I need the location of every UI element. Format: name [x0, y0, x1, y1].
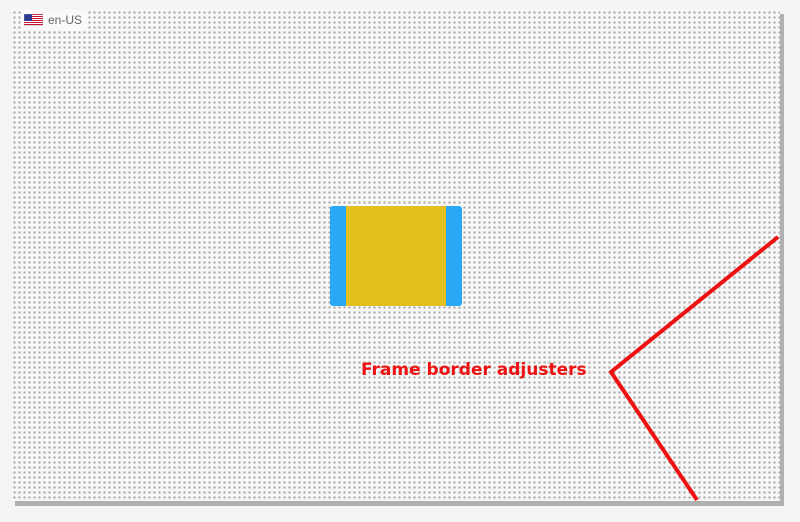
annotation-label: Frame border adjusters [361, 360, 587, 380]
page: en-US Frame border adjusters [0, 0, 800, 522]
annotation-pointer [608, 235, 780, 502]
annotation-pointer-lines [608, 235, 780, 502]
